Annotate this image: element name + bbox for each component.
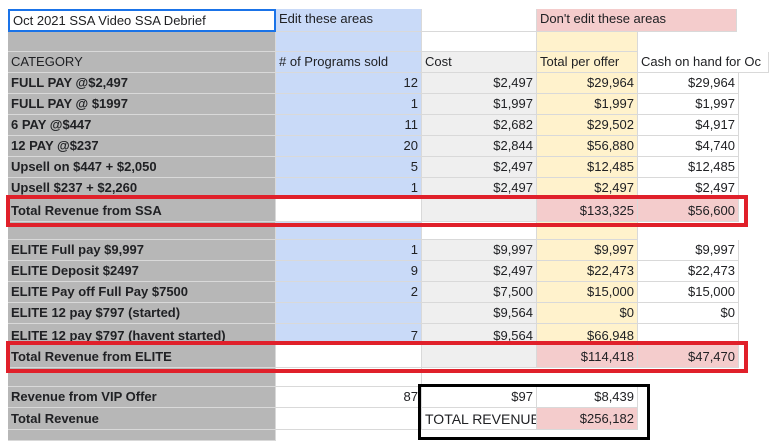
cash-cell[interactable]: $12,485 xyxy=(638,157,739,178)
total-cell[interactable]: $29,964 xyxy=(537,73,638,94)
cost-cell[interactable]: $9,997 xyxy=(422,240,537,261)
sold-cell[interactable]: 7 xyxy=(276,324,422,345)
grand-total-value[interactable]: $256,182 xyxy=(537,408,638,430)
cash-cell[interactable]: $0 xyxy=(638,303,739,324)
cost-cell[interactable]: $2,497 xyxy=(422,157,537,178)
spreadsheet: Oct 2021 SSA Video SSA Debrief Edit thes… xyxy=(0,0,769,441)
category-cell[interactable]: ELITE 12 pay $797 (started) xyxy=(8,303,276,324)
sheet-title-cell[interactable]: Oct 2021 SSA Video SSA Debrief xyxy=(8,9,276,32)
elite-total-cash[interactable]: $47,470 xyxy=(638,345,739,368)
blank-cell[interactable] xyxy=(276,408,422,430)
blank-cell[interactable] xyxy=(8,32,276,52)
blank-cell[interactable] xyxy=(422,199,537,222)
blank-cell[interactable] xyxy=(276,368,422,387)
sold-cell[interactable]: 20 xyxy=(276,136,422,157)
header-cost[interactable]: Cost xyxy=(422,52,537,73)
category-cell[interactable]: 6 PAY @$447 xyxy=(8,115,276,136)
category-cell[interactable]: FULL PAY @$2,497 xyxy=(8,73,276,94)
category-cell[interactable]: ELITE Deposit $2497 xyxy=(8,261,276,282)
vip-total[interactable]: $8,439 xyxy=(537,387,638,408)
cash-cell[interactable]: $1,997 xyxy=(638,94,739,115)
ssa-total-value[interactable]: $133,325 xyxy=(537,199,638,222)
total-cell[interactable]: $56,880 xyxy=(537,136,638,157)
category-cell[interactable]: ELITE Full pay $9,997 xyxy=(8,240,276,261)
blank-cell[interactable] xyxy=(276,222,422,240)
category-cell[interactable]: Upsell $237 + $2,260 xyxy=(8,178,276,199)
sold-cell[interactable]: 11 xyxy=(276,115,422,136)
cost-cell[interactable]: $1,997 xyxy=(422,94,537,115)
grand-total-label[interactable]: Total Revenue xyxy=(8,408,276,430)
blank-cell[interactable] xyxy=(276,199,422,222)
header-total-per-offer[interactable]: Total per offer xyxy=(537,52,638,73)
blank-cell[interactable] xyxy=(537,222,638,240)
category-cell[interactable]: ELITE Pay off Full Pay $7500 xyxy=(8,282,276,303)
blank-cell[interactable] xyxy=(537,32,638,52)
header-category[interactable]: CATEGORY xyxy=(8,52,276,73)
sold-cell[interactable]: 9 xyxy=(276,261,422,282)
cost-cell[interactable]: $2,497 xyxy=(422,261,537,282)
total-cell[interactable]: $2,497 xyxy=(537,178,638,199)
total-cell[interactable]: $66,948 xyxy=(537,324,638,345)
cash-cell[interactable]: $9,997 xyxy=(638,240,739,261)
sold-cell[interactable]: 1 xyxy=(276,240,422,261)
elite-total-label[interactable]: Total Revenue from ELITE xyxy=(8,345,276,368)
blank-cell[interactable] xyxy=(276,32,422,52)
sold-cell[interactable]: 12 xyxy=(276,73,422,94)
cash-cell[interactable]: $4,740 xyxy=(638,136,739,157)
ssa-total-label[interactable]: Total Revenue from SSA xyxy=(8,199,276,222)
header-programs-sold[interactable]: # of Programs sold xyxy=(276,52,422,73)
sold-cell[interactable]: 1 xyxy=(276,178,422,199)
cost-cell[interactable]: $2,682 xyxy=(422,115,537,136)
ssa-total-cash[interactable]: $56,600 xyxy=(638,199,739,222)
blank-cell[interactable] xyxy=(8,430,276,441)
cash-cell[interactable]: $2,497 xyxy=(638,178,739,199)
cost-cell[interactable]: $9,564 xyxy=(422,303,537,324)
total-cell[interactable]: $12,485 xyxy=(537,157,638,178)
cash-cell[interactable]: $22,473 xyxy=(638,261,739,282)
total-cell[interactable]: $1,997 xyxy=(537,94,638,115)
cash-cell[interactable] xyxy=(638,324,739,345)
cost-cell[interactable]: $2,844 xyxy=(422,136,537,157)
blank-cell[interactable] xyxy=(422,32,537,52)
category-cell[interactable]: ELITE 12 pay $797 (havent started) xyxy=(8,324,276,345)
cost-cell[interactable]: $9,564 xyxy=(422,324,537,345)
blank-cell[interactable] xyxy=(276,345,422,368)
cost-cell[interactable]: $2,497 xyxy=(422,73,537,94)
blank-cell[interactable] xyxy=(422,345,537,368)
total-cell[interactable]: $15,000 xyxy=(537,282,638,303)
total-cell[interactable]: $22,473 xyxy=(537,261,638,282)
cost-cell[interactable]: $2,497 xyxy=(422,178,537,199)
empty-cell[interactable] xyxy=(422,9,537,32)
cash-cell[interactable]: $29,964 xyxy=(638,73,739,94)
category-cell[interactable]: FULL PAY @ $1997 xyxy=(8,94,276,115)
blank-cell[interactable] xyxy=(8,222,276,240)
cash-cell[interactable]: $15,000 xyxy=(638,282,739,303)
blank-cell[interactable] xyxy=(422,222,537,240)
sold-cell[interactable]: 5 xyxy=(276,157,422,178)
category-cell[interactable]: 12 PAY @$237 xyxy=(8,136,276,157)
elite-total-value[interactable]: $114,418 xyxy=(537,345,638,368)
noedit-areas-legend[interactable]: Don't edit these areas xyxy=(537,9,737,32)
total-cell[interactable]: $0 xyxy=(537,303,638,324)
sold-cell[interactable]: 1 xyxy=(276,94,422,115)
total-cell[interactable]: $9,997 xyxy=(537,240,638,261)
vip-sold[interactable]: 87 xyxy=(276,387,422,408)
blank-cell[interactable] xyxy=(8,368,276,387)
category-cell[interactable]: Upsell on $447 + $2,050 xyxy=(8,157,276,178)
grand-total-caption[interactable]: TOTAL REVENUE xyxy=(422,408,537,430)
cash-cell[interactable]: $4,917 xyxy=(638,115,739,136)
header-cash-on-hand[interactable]: Cash on hand for Oc xyxy=(638,52,769,73)
edit-areas-legend[interactable]: Edit these areas xyxy=(276,9,422,32)
sold-cell[interactable]: 2 xyxy=(276,282,422,303)
cost-cell[interactable]: $7,500 xyxy=(422,282,537,303)
total-cell[interactable]: $29,502 xyxy=(537,115,638,136)
sold-cell[interactable] xyxy=(276,303,422,324)
vip-cost[interactable]: $97 xyxy=(422,387,537,408)
vip-label[interactable]: Revenue from VIP Offer xyxy=(8,387,276,408)
